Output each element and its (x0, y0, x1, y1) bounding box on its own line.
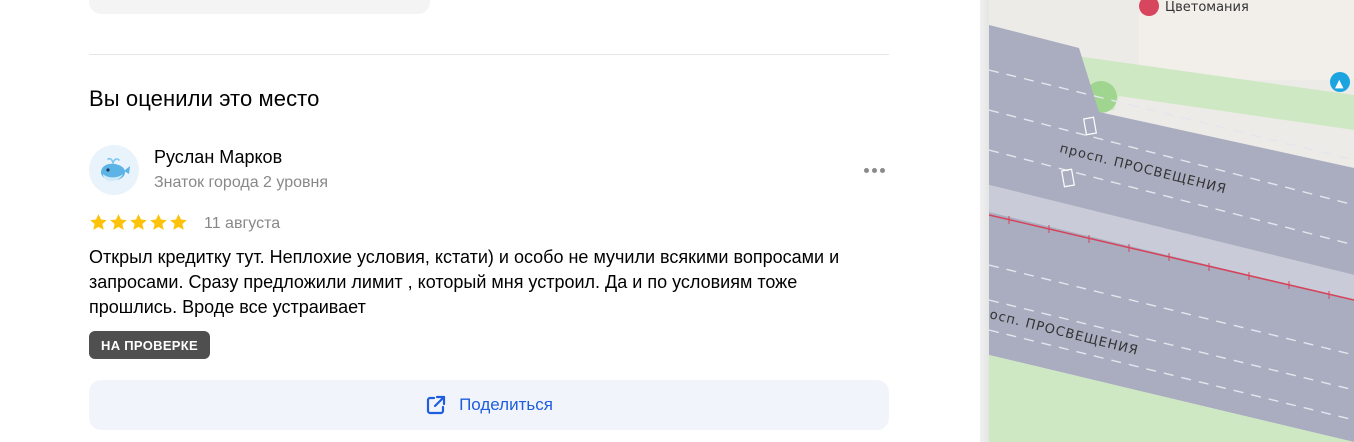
star-icon (110, 214, 127, 230)
poi-label[interactable]: Цветомания (1165, 0, 1249, 15)
whale-avatar-icon (101, 157, 130, 182)
share-button[interactable]: Поделиться (89, 380, 889, 430)
shirt-icon: ▲ (1335, 77, 1344, 90)
section-title: Вы оценили это место (89, 86, 320, 111)
star-icon (150, 214, 167, 230)
author-level: Знаток города 2 уровня (154, 174, 329, 191)
map-view[interactable]: Цветомания ▲ просп. ПРОСВЕЩЕНИЯ осп. ПРО… (989, 0, 1354, 442)
status-badge: НА ПРОВЕРКЕ (89, 331, 210, 359)
more-options-button[interactable] (858, 160, 890, 180)
map-canvas[interactable]: Цветомания ▲ просп. ПРОСВЕЩЕНИЯ осп. ПРО… (989, 0, 1354, 442)
share-icon (426, 395, 446, 415)
divider (89, 54, 889, 55)
avatar[interactable] (89, 145, 139, 195)
more-dot-icon (879, 167, 885, 173)
star-icon (130, 214, 147, 230)
review-text: Открыл кредитку тут. Неплохие условия, к… (89, 247, 840, 317)
more-dot-icon (863, 167, 869, 173)
rating-stars (89, 213, 188, 232)
review-date: 11 августа (204, 215, 281, 232)
star-icon (90, 214, 107, 230)
share-label: Поделиться (459, 395, 553, 414)
star-icon (170, 214, 187, 230)
place-panel: Вы оценили это место Руслан Марков Знато… (0, 0, 980, 442)
author-name[interactable]: Руслан Марков (154, 147, 282, 168)
more-dot-icon (871, 167, 877, 173)
previous-card[interactable] (89, 0, 430, 14)
